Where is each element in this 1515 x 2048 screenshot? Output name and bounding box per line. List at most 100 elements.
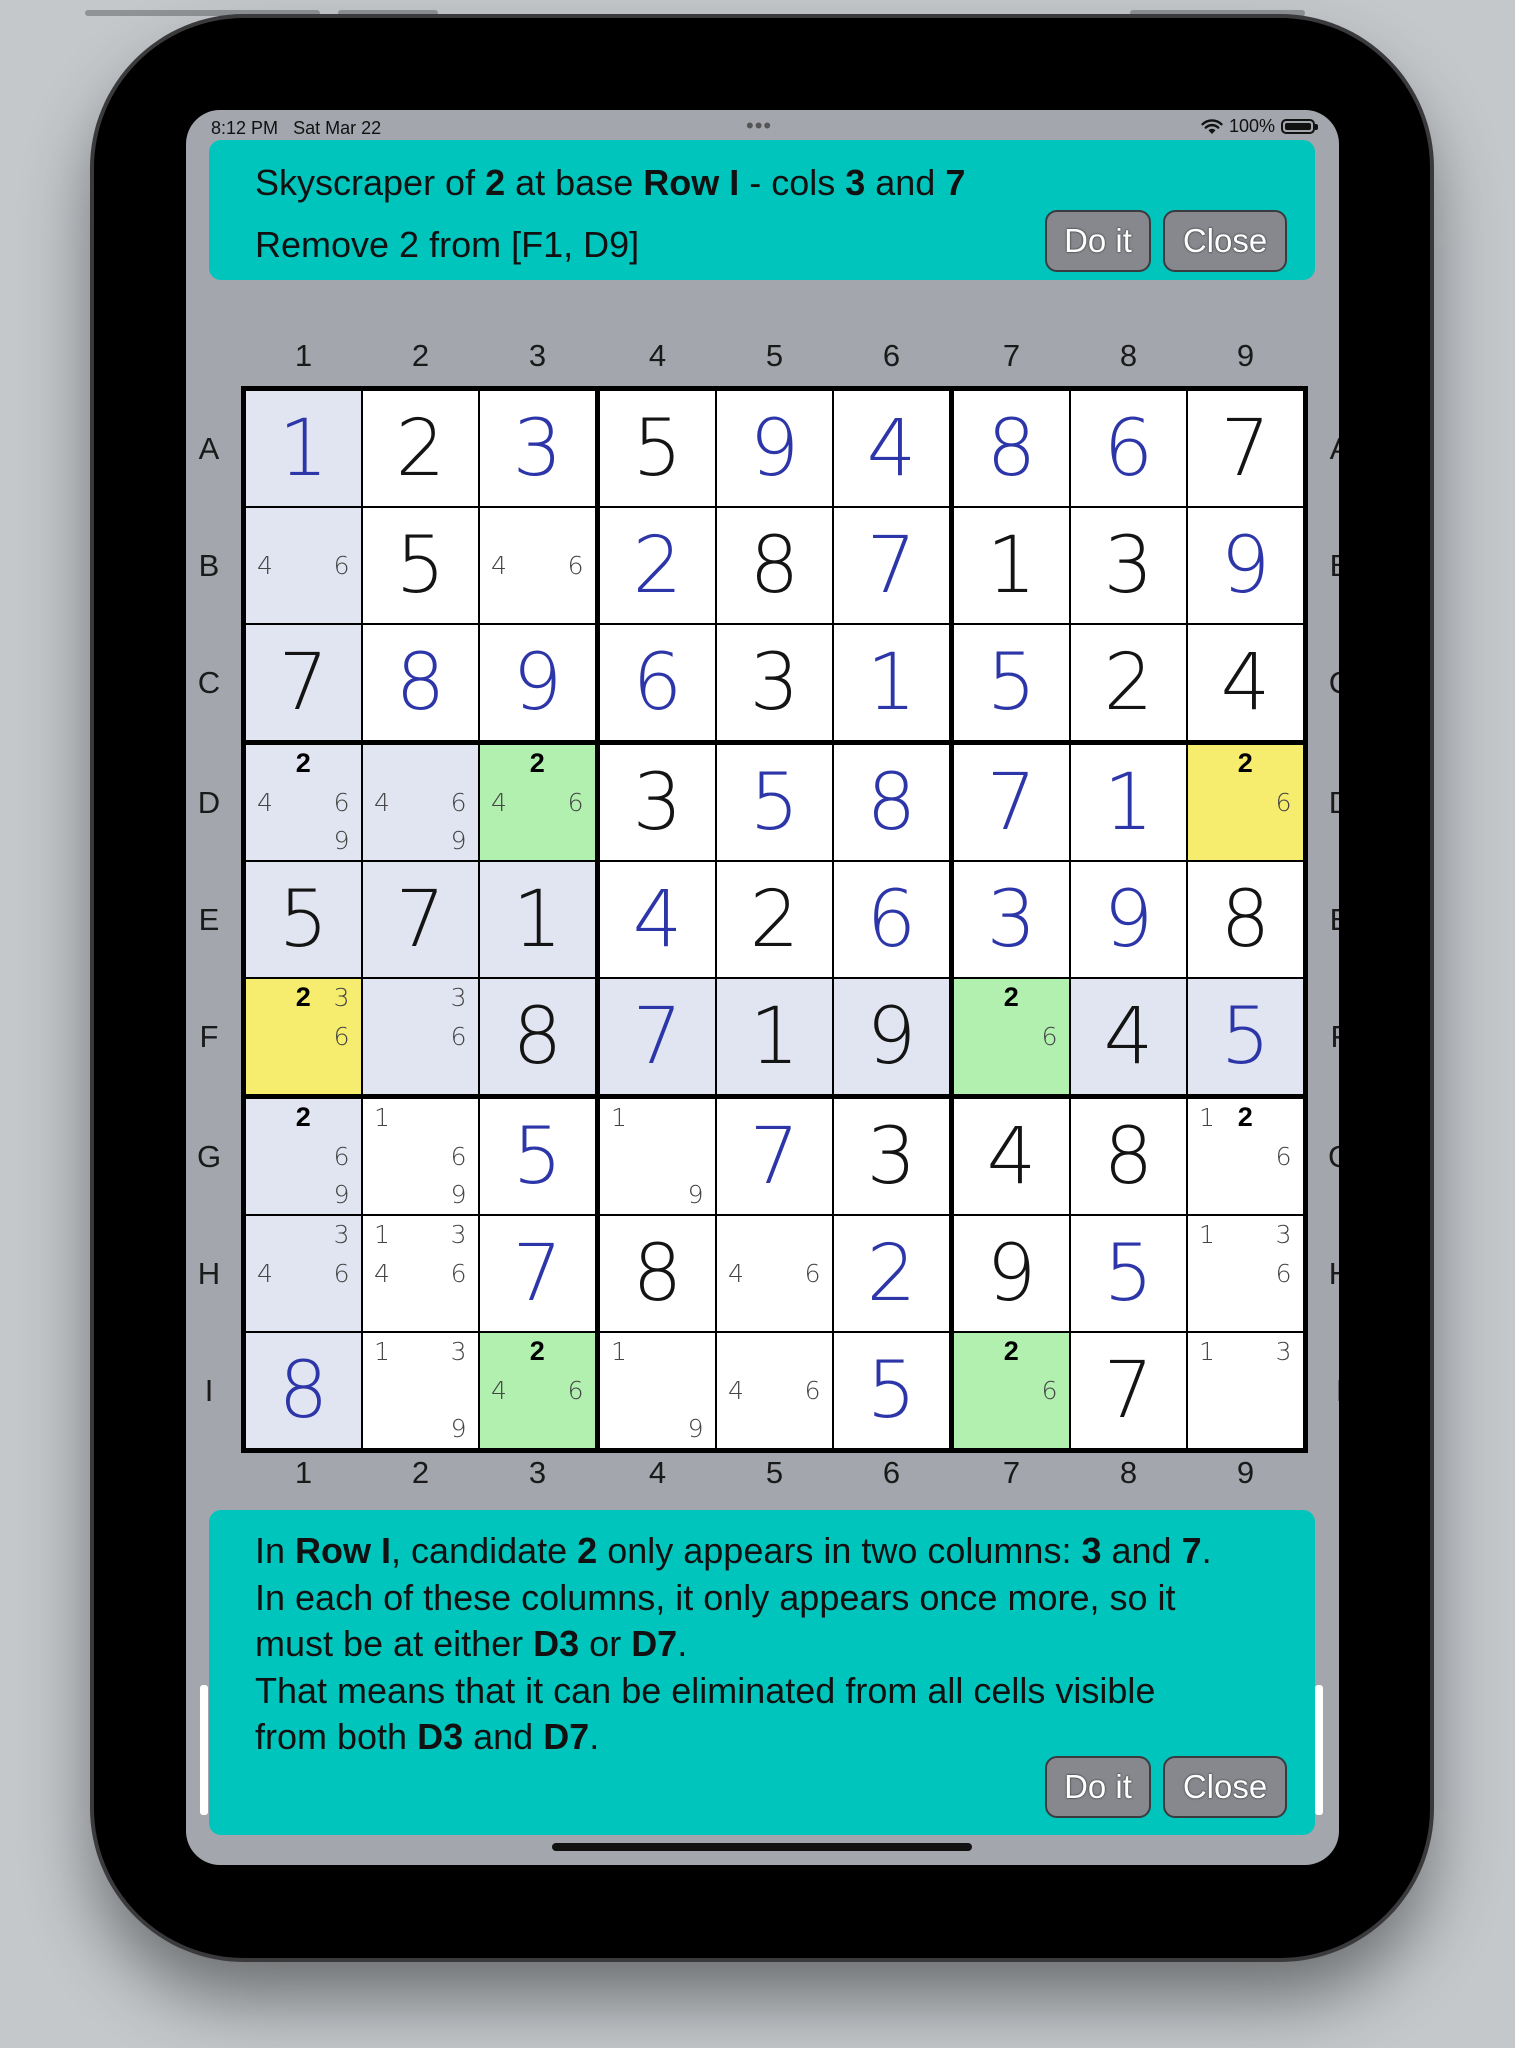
cell-f6[interactable]: 9 [834, 979, 949, 1094]
cell-i3[interactable]: 24 6 [480, 1333, 595, 1448]
cell-h7[interactable]: 9 [954, 1216, 1069, 1331]
home-indicator[interactable] [552, 1843, 972, 1851]
cell-f8[interactable]: 4 [1071, 979, 1186, 1094]
cell-a8[interactable]: 6 [1071, 391, 1186, 506]
cell-b9[interactable]: 9 [1188, 508, 1303, 623]
cell-g5[interactable]: 7 [717, 1099, 832, 1214]
cell-h2[interactable]: 1 3 4 6 [363, 1216, 478, 1331]
cell-f3[interactable]: 8 [480, 979, 595, 1094]
cell-g1[interactable]: 26 9 [246, 1099, 361, 1214]
cell-d8[interactable]: 1 [1071, 745, 1186, 860]
cell-e3[interactable]: 1 [480, 862, 595, 977]
cell-f4[interactable]: 7 [600, 979, 715, 1094]
cell-c6[interactable]: 1 [834, 625, 949, 740]
cell-c9[interactable]: 4 [1188, 625, 1303, 740]
cell-h6[interactable]: 2 [834, 1216, 949, 1331]
cell-a6[interactable]: 4 [834, 391, 949, 506]
cell-value: 3 [749, 637, 800, 728]
multitasking-dots-icon[interactable]: ••• [746, 113, 772, 139]
cell-d7[interactable]: 7 [954, 745, 1069, 860]
cell-d1[interactable]: 24 6 9 [246, 745, 361, 860]
cell-i2[interactable]: 1 3 9 [363, 1333, 478, 1448]
cell-h3[interactable]: 7 [480, 1216, 595, 1331]
cell-e4[interactable]: 4 [600, 862, 715, 977]
sudoku-grid: 1235948674654628713978963152424694692463… [241, 386, 1308, 1453]
cell-f1[interactable]: 23 6 [246, 979, 361, 1094]
cell-f5[interactable]: 1 [717, 979, 832, 1094]
cell-a4[interactable]: 5 [600, 391, 715, 506]
cell-a3[interactable]: 3 [480, 391, 595, 506]
col-label-5: 5 [765, 1455, 784, 1490]
cell-e1[interactable]: 5 [246, 862, 361, 977]
row-label-c: C [197, 665, 221, 700]
cell-e7[interactable]: 3 [954, 862, 1069, 977]
close-button[interactable]: Close [1163, 1756, 1287, 1818]
cell-value: 5 [395, 520, 446, 611]
hint-line: must be at either D3 or D7. [255, 1621, 1212, 1668]
cell-g3[interactable]: 5 [480, 1099, 595, 1214]
cell-b6[interactable]: 7 [834, 508, 949, 623]
cell-i7[interactable]: 26 [954, 1333, 1069, 1448]
cell-c8[interactable]: 2 [1071, 625, 1186, 740]
cell-e8[interactable]: 9 [1071, 862, 1186, 977]
cell-a5[interactable]: 9 [717, 391, 832, 506]
cell-g2[interactable]: 1 6 9 [363, 1099, 478, 1214]
cell-b7[interactable]: 1 [954, 508, 1069, 623]
cell-d6[interactable]: 8 [834, 745, 949, 860]
cell-e9[interactable]: 8 [1188, 862, 1303, 977]
cell-f2[interactable]: 36 [363, 979, 478, 1094]
status-right: 100% [1201, 116, 1318, 137]
cell-e5[interactable]: 2 [717, 862, 832, 977]
cell-i8[interactable]: 7 [1071, 1333, 1186, 1448]
cell-b3[interactable]: 46 [480, 508, 595, 623]
cell-h9[interactable]: 1 3 6 [1188, 1216, 1303, 1331]
cell-b2[interactable]: 5 [363, 508, 478, 623]
close-button[interactable]: Close [1163, 210, 1287, 272]
cell-f7[interactable]: 26 [954, 979, 1069, 1094]
cell-g7[interactable]: 4 [954, 1099, 1069, 1214]
cell-b1[interactable]: 46 [246, 508, 361, 623]
cell-i5[interactable]: 46 [717, 1333, 832, 1448]
cell-h8[interactable]: 5 [1071, 1216, 1186, 1331]
cell-c1[interactable]: 7 [246, 625, 361, 740]
cell-g9[interactable]: 126 [1188, 1099, 1303, 1214]
cell-value: 4 [986, 1111, 1037, 1202]
cell-g6[interactable]: 3 [834, 1099, 949, 1214]
cell-b5[interactable]: 8 [717, 508, 832, 623]
cell-c4[interactable]: 6 [600, 625, 715, 740]
cell-h1[interactable]: 3 4 6 [246, 1216, 361, 1331]
cell-c5[interactable]: 3 [717, 625, 832, 740]
cell-h5[interactable]: 46 [717, 1216, 832, 1331]
cell-a9[interactable]: 7 [1188, 391, 1303, 506]
cell-a2[interactable]: 2 [363, 391, 478, 506]
cell-c7[interactable]: 5 [954, 625, 1069, 740]
cell-g8[interactable]: 8 [1071, 1099, 1186, 1214]
cell-i1[interactable]: 8 [246, 1333, 361, 1448]
cell-d5[interactable]: 5 [717, 745, 832, 860]
cell-d3[interactable]: 24 6 [480, 745, 595, 860]
cell-i4[interactable]: 19 [600, 1333, 715, 1448]
text: In [255, 1530, 296, 1571]
cell-g4[interactable]: 19 [600, 1099, 715, 1214]
cell-e2[interactable]: 7 [363, 862, 478, 977]
do-it-button[interactable]: Do it [1045, 1756, 1151, 1818]
cell-value: 7 [1103, 1345, 1154, 1436]
candidate-1: 1 [374, 1103, 390, 1133]
cell-i9[interactable]: 13 [1188, 1333, 1303, 1448]
cell-a1[interactable]: 1 [246, 391, 361, 506]
cell-d4[interactable]: 3 [600, 745, 715, 860]
cell-c3[interactable]: 9 [480, 625, 595, 740]
cell-value: 7 [986, 757, 1037, 848]
cell-b8[interactable]: 3 [1071, 508, 1186, 623]
cell-c2[interactable]: 8 [363, 625, 478, 740]
cell-h4[interactable]: 8 [600, 1216, 715, 1331]
cell-d9[interactable]: 26 [1188, 745, 1303, 860]
candidate-6: 6 [450, 1258, 467, 1288]
cell-b4[interactable]: 2 [600, 508, 715, 623]
cell-d2[interactable]: 4 6 9 [363, 745, 478, 860]
cell-e6[interactable]: 6 [834, 862, 949, 977]
cell-i6[interactable]: 5 [834, 1333, 949, 1448]
cell-a7[interactable]: 8 [954, 391, 1069, 506]
do-it-button[interactable]: Do it [1045, 210, 1151, 272]
cell-f9[interactable]: 5 [1188, 979, 1303, 1094]
